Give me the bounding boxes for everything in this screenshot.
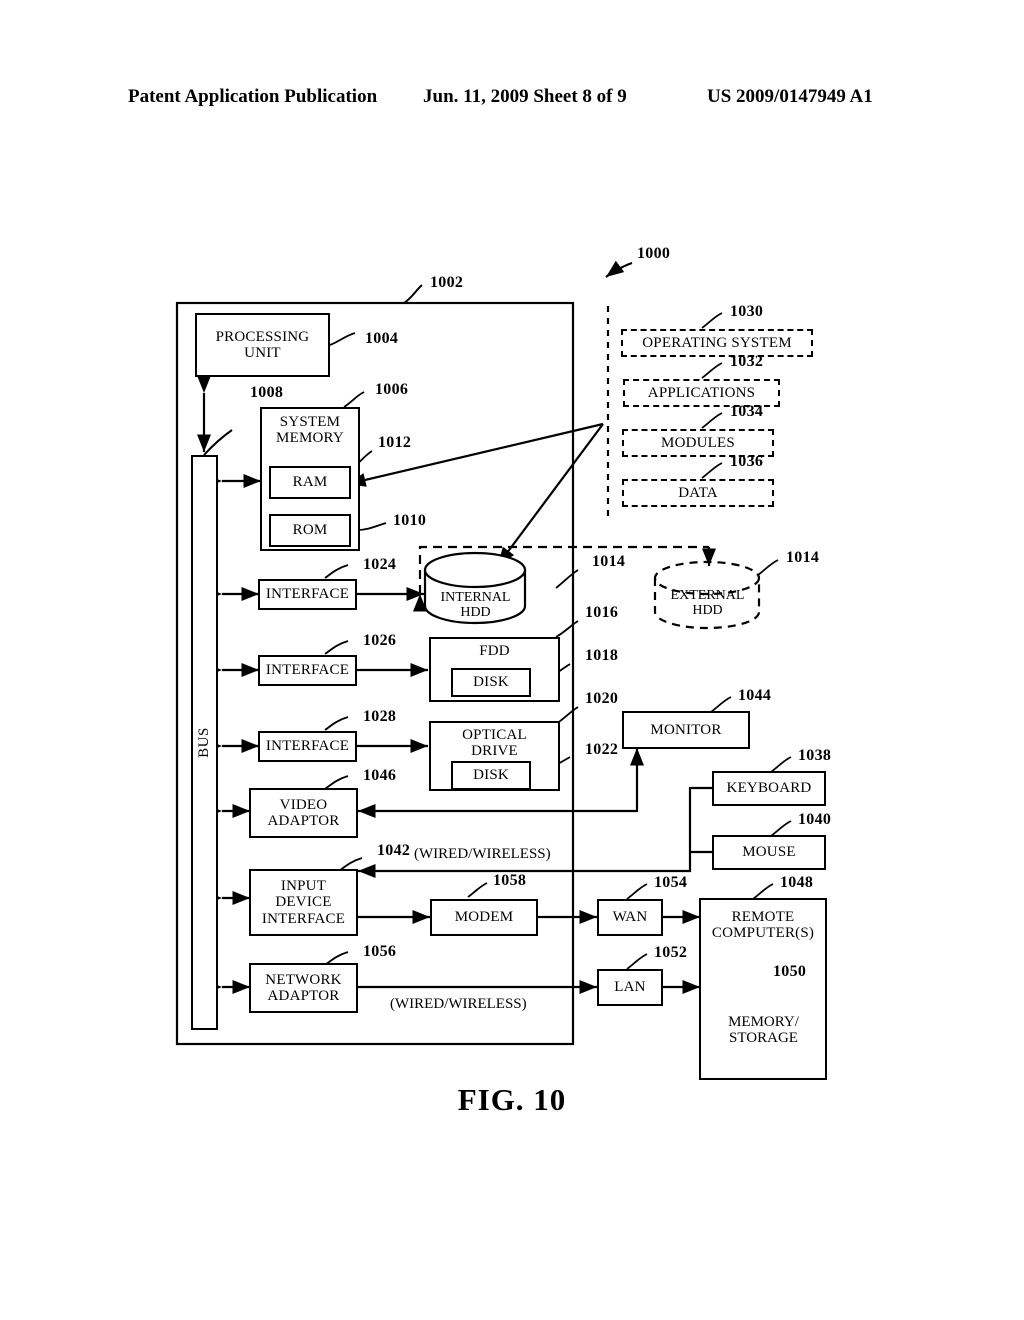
bus-label: BUS — [196, 727, 212, 758]
fdd-disk-label: DISK — [473, 674, 509, 691]
wan-box: WAN — [597, 899, 663, 936]
ref-1034: 1034 — [730, 403, 764, 420]
modem-label: MODEM — [454, 909, 514, 926]
fdd-label: FDD — [479, 643, 510, 659]
ref-1030: 1030 — [730, 303, 764, 320]
external-hdd-group: EXTERNAL HDD — [655, 580, 760, 624]
processing-unit-box: PROCESSING UNIT — [195, 313, 330, 377]
internal-hdd-group: INTERNAL HDD — [425, 585, 526, 620]
ref-1010: 1010 — [393, 512, 427, 529]
bus-label-wrapper: BUS — [191, 455, 218, 1030]
video-adaptor-box: VIDEO ADAPTOR — [249, 788, 358, 838]
interface-fdd-box: INTERFACE — [258, 655, 357, 686]
monitor-box: MONITOR — [622, 711, 750, 749]
ref-1048: 1048 — [780, 874, 814, 891]
interface-fdd-label: INTERFACE — [265, 662, 350, 679]
ref-1058: 1058 — [493, 872, 527, 889]
interface-optical-label: INTERFACE — [265, 738, 350, 755]
internal-hdd-label: INTERNAL HDD — [440, 590, 511, 621]
applications-label: APPLICATIONS — [647, 384, 756, 401]
ref-1004: 1004 — [365, 330, 399, 347]
optical-disk-box: DISK — [451, 761, 531, 790]
ref-1046: 1046 — [363, 767, 397, 784]
memory-storage-group: MEMORY/ STORAGE — [712, 1000, 815, 1056]
interface-optical-box: INTERFACE — [258, 731, 357, 762]
ref-1006: 1006 — [375, 381, 409, 398]
wan-label: WAN — [612, 909, 648, 926]
lan-box: LAN — [597, 969, 663, 1006]
wired-wireless-bottom-label: (WIRED/WIRELESS) — [390, 996, 527, 1012]
keyboard-box: KEYBOARD — [712, 771, 826, 806]
ref-1012: 1012 — [378, 434, 412, 451]
monitor-label: MONITOR — [650, 721, 722, 738]
ref-1038: 1038 — [798, 747, 832, 764]
input-device-interface-label: INPUT DEVICE INTERFACE — [261, 878, 346, 927]
data-label: DATA — [678, 484, 718, 501]
data-box: DATA — [622, 479, 774, 507]
ref-1026: 1026 — [363, 632, 397, 649]
modules-label: MODULES — [661, 434, 735, 451]
rom-label: ROM — [292, 522, 328, 539]
mouse-label: MOUSE — [742, 844, 796, 861]
ref-1002: 1002 — [430, 274, 464, 291]
input-device-interface-box: INPUT DEVICE INTERFACE — [249, 869, 358, 936]
ref-1020: 1020 — [585, 690, 619, 707]
ref-1016: 1016 — [585, 604, 619, 621]
ram-box: RAM — [269, 466, 351, 499]
interface-hdd-box: INTERFACE — [258, 579, 357, 610]
ref-1028: 1028 — [363, 708, 397, 725]
ref-1054: 1054 — [654, 874, 688, 891]
mouse-box: MOUSE — [712, 835, 826, 870]
memory-storage-label: MEMORY/ STORAGE — [728, 1014, 799, 1047]
processing-unit-label: PROCESSING UNIT — [215, 328, 310, 361]
ref-1018: 1018 — [585, 647, 619, 664]
figure-10-diagram: PROCESSING UNIT SYSTEM MEMORY RAM ROM IN… — [0, 0, 1024, 1320]
system-memory-label: SYSTEM MEMORY — [276, 414, 344, 447]
modem-box: MODEM — [430, 899, 538, 936]
ref-1044: 1044 — [738, 687, 772, 704]
lan-label: LAN — [614, 979, 646, 996]
ref-1036: 1036 — [730, 453, 764, 470]
ref-1040: 1040 — [798, 811, 832, 828]
operating-system-label: OPERATING SYSTEM — [642, 334, 792, 351]
wired-wireless-top-label: (WIRED/WIRELESS) — [414, 846, 551, 862]
video-adaptor-label: VIDEO ADAPTOR — [267, 796, 340, 829]
optical-drive-label: OPTICAL DRIVE — [462, 727, 527, 760]
fdd-disk-box: DISK — [451, 668, 531, 697]
ram-label: RAM — [292, 474, 328, 491]
external-hdd-label: EXTERNAL HDD — [670, 588, 745, 619]
ref-1042: 1042 — [377, 842, 411, 859]
network-adaptor-box: NETWORK ADAPTOR — [249, 963, 358, 1013]
ref-1014-external: 1014 — [786, 549, 820, 566]
ref-1014-internal: 1014 — [592, 553, 626, 570]
ref-1052: 1052 — [654, 944, 688, 961]
operating-system-box: OPERATING SYSTEM — [621, 329, 813, 357]
interface-hdd-label: INTERFACE — [265, 586, 350, 603]
ref-1022: 1022 — [585, 741, 619, 758]
keyboard-label: KEYBOARD — [726, 780, 812, 797]
ref-1000: 1000 — [637, 245, 671, 262]
rom-box: ROM — [269, 514, 351, 547]
ref-1024: 1024 — [363, 556, 397, 573]
figure-caption: FIG. 10 — [457, 1082, 567, 1117]
ref-1050: 1050 — [773, 963, 807, 980]
optical-disk-label: DISK — [473, 767, 509, 784]
network-adaptor-label: NETWORK ADAPTOR — [265, 971, 342, 1004]
remote-computers-label: REMOTE COMPUTER(S) — [711, 909, 815, 942]
ref-1008: 1008 — [250, 384, 284, 401]
ref-1032: 1032 — [730, 353, 764, 370]
ref-1056: 1056 — [363, 943, 397, 960]
